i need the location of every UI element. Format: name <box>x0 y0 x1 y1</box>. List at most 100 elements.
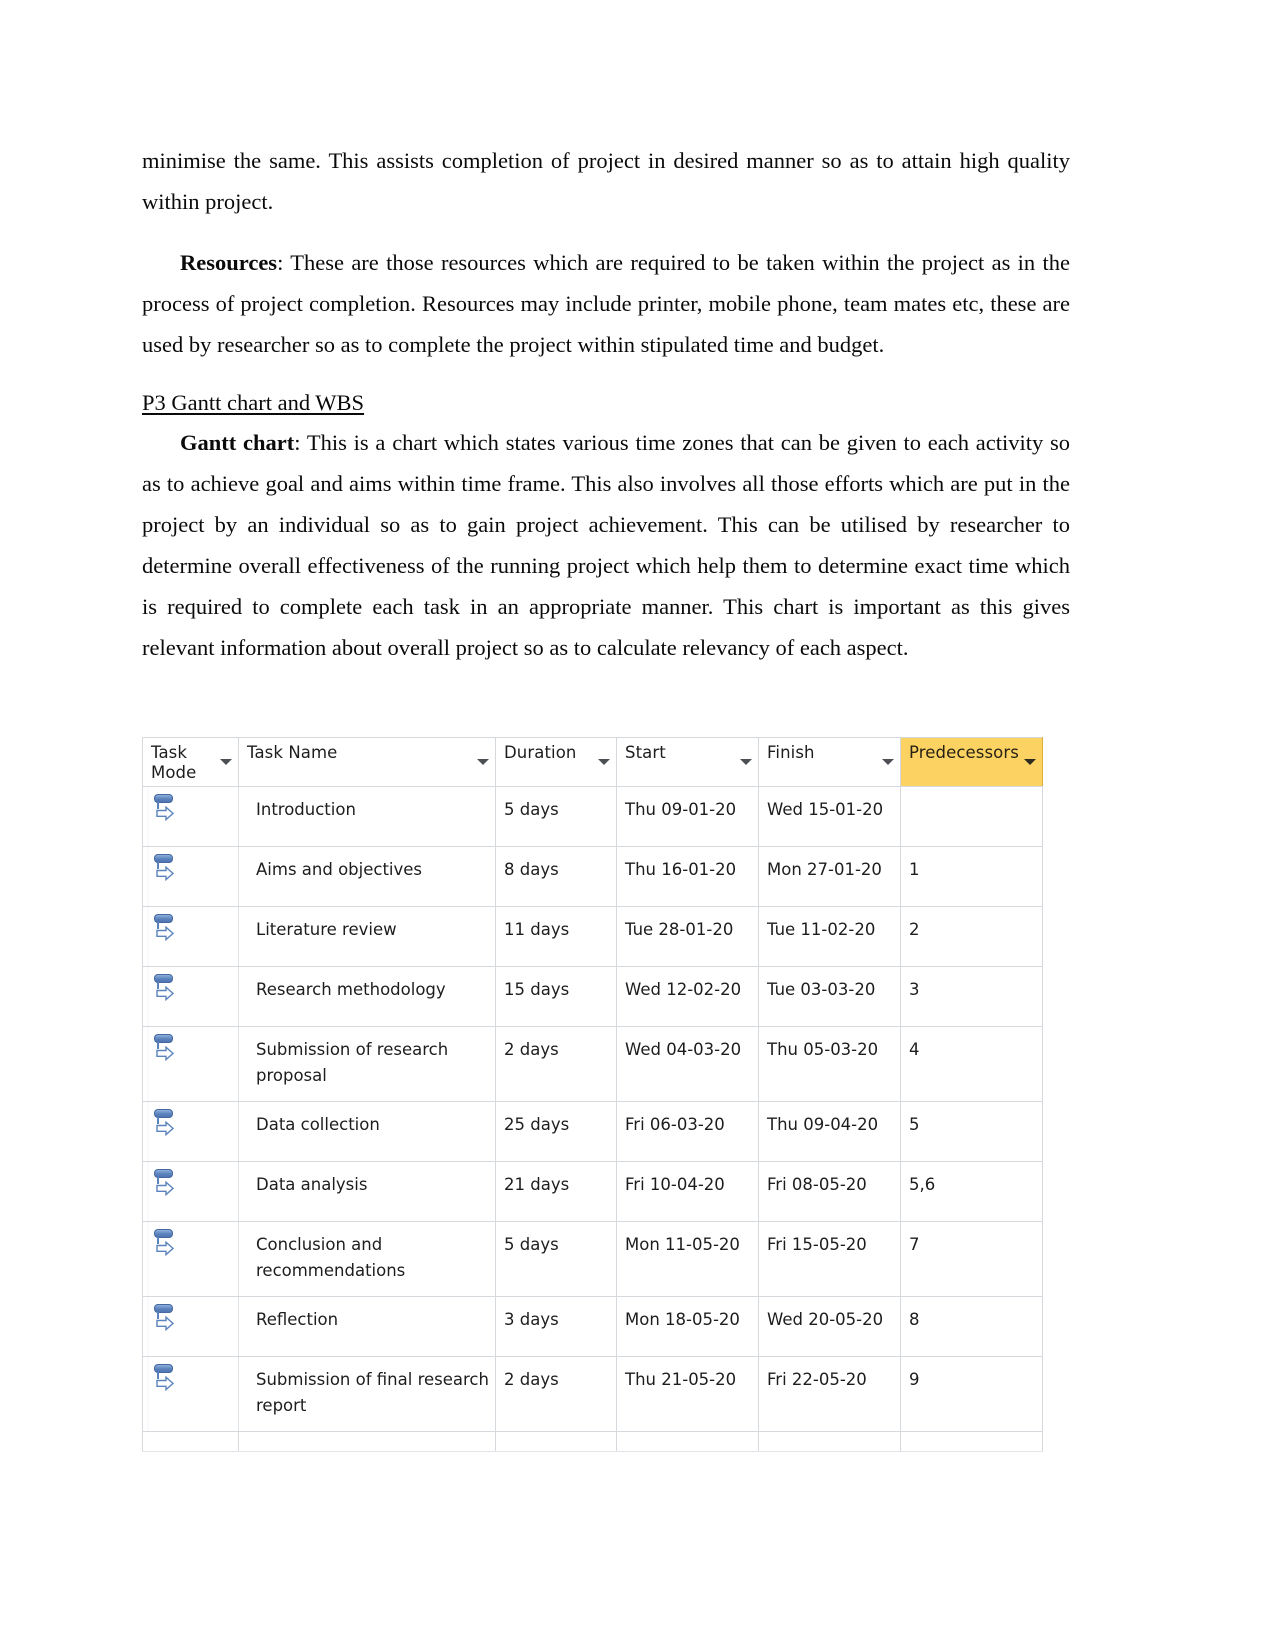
cell-finish[interactable]: Tue 11-02-20 <box>758 906 901 967</box>
cell-duration[interactable]: 2 days <box>495 1356 617 1432</box>
column-header-duration-label: Duration <box>504 743 577 762</box>
cell-task-name[interactable]: Data collection <box>238 1101 496 1162</box>
cell-task-name[interactable]: Research methodology <box>238 966 496 1027</box>
filter-caret-icon-finish[interactable] <box>882 759 894 765</box>
column-header-task-mode[interactable]: Task Mode <box>142 737 239 787</box>
auto-scheduled-icon <box>153 1303 175 1333</box>
cell-task-name[interactable]: Submission of research proposal <box>238 1026 496 1102</box>
cell-duration[interactable]: 25 days <box>495 1101 617 1162</box>
table-row[interactable]: Literature review 11 days Tue 28-01-20 Tue … <box>142 906 1043 967</box>
cell-task-mode[interactable] <box>142 906 239 967</box>
cell-predecessors[interactable]: 9 <box>900 1356 1043 1432</box>
cell-task-name[interactable]: Aims and objectives <box>238 846 496 907</box>
cell-start[interactable]: Thu 21-05-20 <box>616 1356 759 1432</box>
cell-start[interactable]: Mon 18-05-20 <box>616 1296 759 1357</box>
cell-task-mode[interactable] <box>142 786 239 847</box>
gantt-chart-label: Gantt chart <box>180 430 295 455</box>
cell-duration[interactable]: 5 days <box>495 1221 617 1297</box>
cell-duration[interactable]: 8 days <box>495 846 617 907</box>
table-row[interactable]: Submission of research proposal 2 days Wed… <box>142 1026 1043 1102</box>
cell-task-name[interactable]: Literature review <box>238 906 496 967</box>
table-row[interactable]: Data analysis 21 days Fri 10-04-20 Fri 08-0… <box>142 1161 1043 1222</box>
cell-finish[interactable]: Fri 08-05-20 <box>758 1161 901 1222</box>
filter-caret-icon-duration[interactable] <box>598 759 610 765</box>
column-header-predecessors[interactable]: Predecessors <box>900 737 1043 787</box>
cell-predecessors[interactable]: 5 <box>900 1101 1043 1162</box>
cell-predecessors[interactable]: 1 <box>900 846 1043 907</box>
cell-empty <box>758 1431 901 1452</box>
cell-finish[interactable]: Wed 20-05-20 <box>758 1296 901 1357</box>
auto-scheduled-icon <box>153 1033 175 1063</box>
cell-duration[interactable]: 5 days <box>495 786 617 847</box>
cell-predecessors[interactable]: 4 <box>900 1026 1043 1102</box>
cell-task-name[interactable]: Submission of final research report <box>238 1356 496 1432</box>
cell-task-mode[interactable] <box>142 1221 239 1297</box>
cell-finish[interactable]: Tue 03-03-20 <box>758 966 901 1027</box>
table-header-row: Task Mode Task Name Duration Start Finis… <box>142 737 1043 787</box>
cell-finish[interactable]: Fri 22-05-20 <box>758 1356 901 1432</box>
table-header: Task Mode Task Name Duration Start Finis… <box>142 737 1043 787</box>
cell-duration[interactable]: 21 days <box>495 1161 617 1222</box>
cell-duration[interactable]: 11 days <box>495 906 617 967</box>
column-header-start[interactable]: Start <box>616 737 759 787</box>
filter-caret-icon-start[interactable] <box>740 759 752 765</box>
table-row[interactable]: Research methodology 15 days Wed 12-02-20 T… <box>142 966 1043 1027</box>
cell-duration[interactable]: 2 days <box>495 1026 617 1102</box>
column-header-start-label: Start <box>625 743 666 762</box>
cell-start[interactable]: Fri 10-04-20 <box>616 1161 759 1222</box>
cell-start[interactable]: Thu 09-01-20 <box>616 786 759 847</box>
cell-finish[interactable]: Thu 05-03-20 <box>758 1026 901 1102</box>
cell-predecessors[interactable]: 5,6 <box>900 1161 1043 1222</box>
cell-start[interactable]: Fri 06-03-20 <box>616 1101 759 1162</box>
cell-duration[interactable]: 15 days <box>495 966 617 1027</box>
resources-text: : These are those resources which are re… <box>142 250 1070 357</box>
table-row[interactable]: Data collection 25 days Fri 06-03-20 Thu 09… <box>142 1101 1043 1162</box>
cell-start[interactable]: Thu 16-01-20 <box>616 846 759 907</box>
cell-task-name[interactable]: Data analysis <box>238 1161 496 1222</box>
filter-caret-icon-predecessors[interactable] <box>1024 759 1036 765</box>
filter-caret-icon-task-name[interactable] <box>477 759 489 765</box>
column-header-finish[interactable]: Finish <box>758 737 901 787</box>
column-header-duration[interactable]: Duration <box>495 737 617 787</box>
cell-finish[interactable]: Fri 15-05-20 <box>758 1221 901 1297</box>
column-header-task-mode-label: Task Mode <box>151 743 197 782</box>
cell-finish[interactable]: Mon 27-01-20 <box>758 846 901 907</box>
paragraph-minimise: minimise the same. This assists completi… <box>142 148 1070 214</box>
table-row[interactable]: Reflection 3 days Mon 18-05-20 Wed 20-05-20… <box>142 1296 1043 1357</box>
cell-task-name[interactable]: Reflection <box>238 1296 496 1357</box>
cell-duration[interactable]: 3 days <box>495 1296 617 1357</box>
cell-predecessors[interactable] <box>900 786 1043 847</box>
cell-predecessors[interactable]: 3 <box>900 966 1043 1027</box>
cell-predecessors[interactable]: 7 <box>900 1221 1043 1297</box>
cell-finish[interactable]: Wed 15-01-20 <box>758 786 901 847</box>
cell-empty <box>900 1431 1043 1452</box>
cell-start[interactable]: Tue 28-01-20 <box>616 906 759 967</box>
cell-start[interactable]: Wed 12-02-20 <box>616 966 759 1027</box>
cell-task-mode[interactable] <box>142 1161 239 1222</box>
auto-scheduled-icon <box>153 1168 175 1198</box>
cell-task-mode[interactable] <box>142 1356 239 1432</box>
cell-task-mode[interactable] <box>142 1296 239 1357</box>
cell-predecessors[interactable]: 2 <box>900 906 1043 967</box>
cell-task-mode[interactable] <box>142 1101 239 1162</box>
cell-task-name[interactable]: Conclusion and recommendations <box>238 1221 496 1297</box>
cell-task-mode[interactable] <box>142 966 239 1027</box>
cell-start[interactable]: Mon 11-05-20 <box>616 1221 759 1297</box>
cell-task-mode[interactable] <box>142 1026 239 1102</box>
table-row[interactable]: Submission of final research report 2 day… <box>142 1356 1043 1432</box>
column-header-task-name[interactable]: Task Name <box>238 737 496 787</box>
cell-task-name[interactable]: Introduction <box>238 786 496 847</box>
cell-task-mode[interactable] <box>142 846 239 907</box>
auto-scheduled-icon <box>153 853 175 883</box>
cell-predecessors[interactable]: 8 <box>900 1296 1043 1357</box>
table-row[interactable]: Conclusion and recommendations 5 days Mon … <box>142 1221 1043 1297</box>
cell-finish[interactable]: Thu 09-04-20 <box>758 1101 901 1162</box>
auto-scheduled-icon <box>153 973 175 1003</box>
table-row[interactable]: Introduction 5 days Thu 09-01-20 Wed 15-01-… <box>142 786 1043 847</box>
project-task-table-container: Task Mode Task Name Duration Start Finis… <box>142 737 1043 1452</box>
column-header-predecessors-label: Predecessors <box>909 743 1019 762</box>
cell-start[interactable]: Wed 04-03-20 <box>616 1026 759 1102</box>
table-row[interactable]: Aims and objectives 8 days Thu 16-01-20 Mon… <box>142 846 1043 907</box>
gantt-chart-text: : This is a chart which states various t… <box>142 430 1071 660</box>
filter-caret-icon-task-mode[interactable] <box>220 759 232 765</box>
